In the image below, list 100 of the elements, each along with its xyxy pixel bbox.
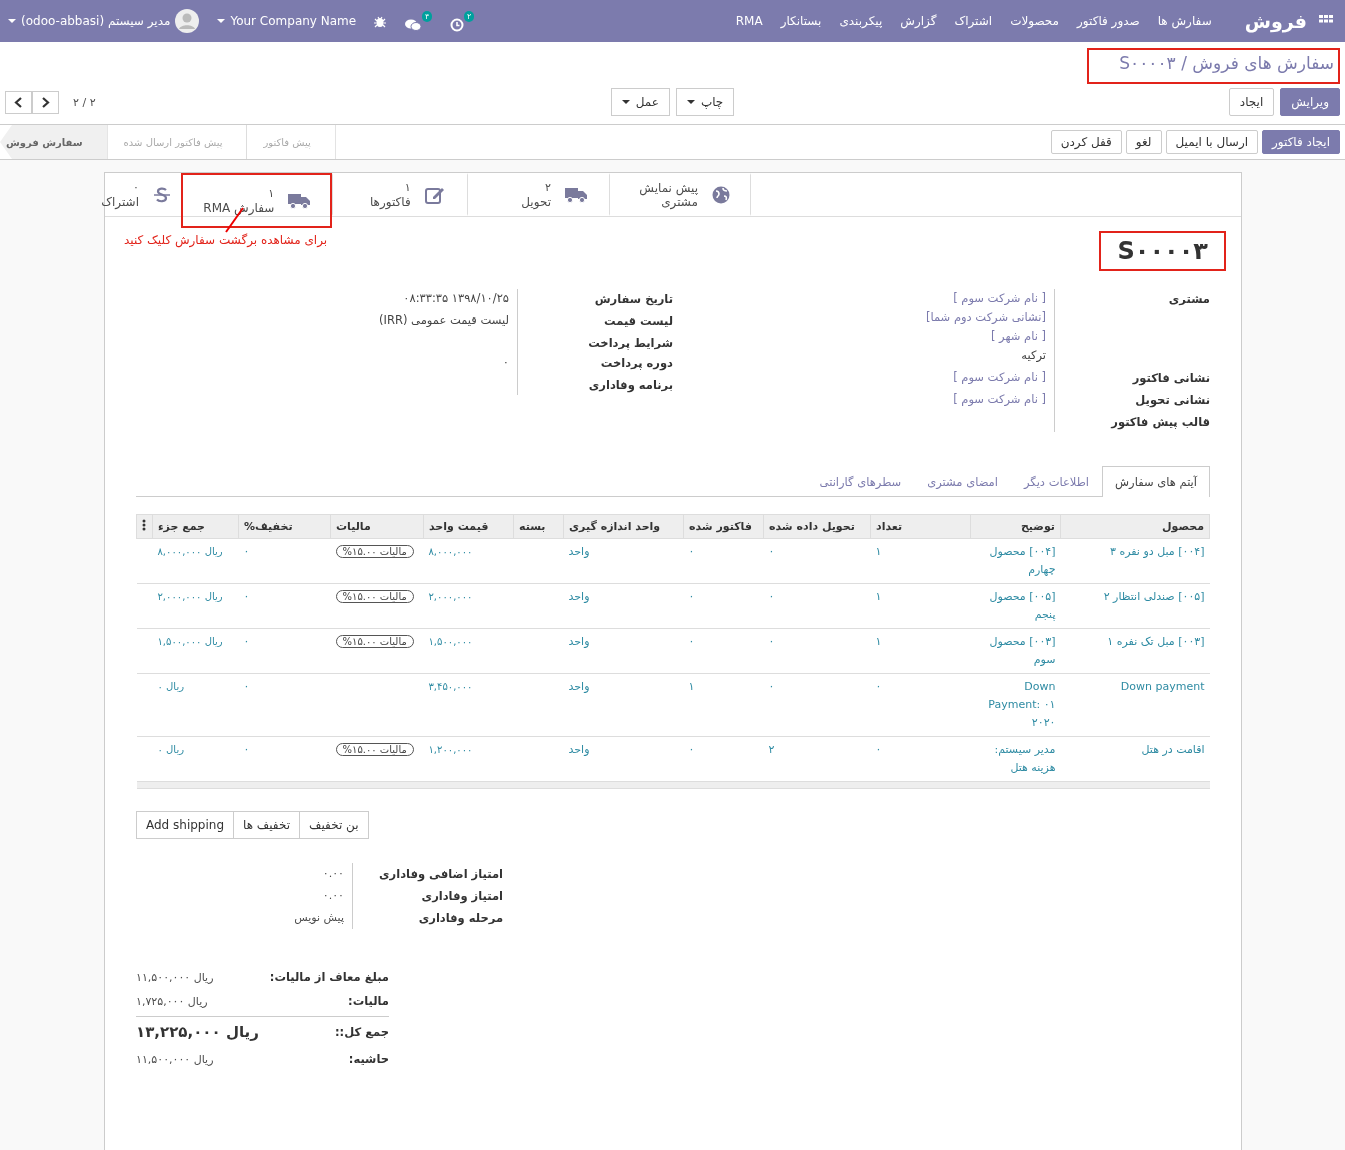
smart-button-count: ۱: [403, 180, 411, 195]
smart-button-count: ۰: [132, 180, 139, 195]
status-action-button[interactable]: لغو: [1125, 130, 1162, 154]
breadcrumb[interactable]: سفارش های فروش / S۰۰۰۰۳: [1087, 48, 1340, 84]
truck-icon: [288, 192, 311, 209]
field-value: [ نام شرکت سوم ]: [952, 369, 1046, 386]
app-title: فروش: [1244, 10, 1307, 32]
smart-button-count: ۱: [267, 186, 275, 201]
menu-item[interactable]: محصولات: [1001, 14, 1069, 28]
menu-item[interactable]: سفارش ها: [1148, 14, 1221, 28]
table-cell: ۰: [243, 635, 250, 648]
table-cell: [۰۰۵] محصول پنجم: [989, 590, 1056, 621]
field-label: مشتری: [1167, 291, 1210, 308]
column-header[interactable]: محصول: [1060, 514, 1210, 539]
field-value: ۰.۰۰: [322, 867, 344, 880]
column-header[interactable]: تخفیف%: [238, 514, 331, 539]
table-cell: Down payment: [1120, 680, 1205, 693]
company-switcher[interactable]: Your Company Name: [217, 14, 357, 28]
dropdown-button[interactable]: عمل: [610, 88, 670, 116]
create-button[interactable]: ایجاد: [1228, 88, 1275, 116]
column-header[interactable]: توضیح: [970, 514, 1061, 539]
line-action-button[interactable]: تخفیف ها: [233, 811, 301, 839]
total-label: جمع کل::: [334, 1025, 389, 1039]
line-action-button[interactable]: Add shipping: [136, 811, 235, 839]
field-label: مرحله وفاداری: [417, 910, 503, 928]
smart-button-label: فاکتورها: [369, 194, 411, 209]
record-title: S۰۰۰۰۳: [1099, 231, 1226, 271]
table-cell: ۰ ریال: [157, 744, 184, 755]
menu-item[interactable]: پیکربندی: [830, 14, 892, 28]
tab[interactable]: آیتم های سفارش: [1102, 466, 1210, 497]
line-action-button[interactable]: بن تخفیف: [299, 811, 369, 839]
annotation-note: برای مشاهده برگشت سفارش کلیک کنید: [124, 233, 328, 247]
table-cell: ۰: [243, 545, 250, 558]
smart-button[interactable]: ۱ فاکتورها: [332, 173, 467, 216]
smart-button[interactable]: ۲ تحویل: [466, 173, 609, 216]
table-cell: مدیر سیستم: هزینه هتل: [994, 743, 1056, 774]
table-cell: ۰: [875, 743, 882, 756]
table-cell: ۰: [768, 635, 775, 648]
smart-button-label: پیش نمایش مشتری: [638, 180, 698, 209]
edit-icon: [424, 185, 445, 204]
field-label: شرایط پرداخت: [587, 335, 673, 352]
smart-button-label: اشتراک: [101, 194, 139, 209]
column-header[interactable]: تعداد: [870, 514, 971, 539]
smart-button-label: سفارش RMA: [203, 200, 275, 215]
column-header[interactable]: مالیات: [330, 514, 424, 539]
field-value: لیست قیمت عمومی (IRR): [378, 312, 509, 329]
table-cell: ۰: [243, 743, 250, 756]
table-cell: ۱: [875, 545, 882, 558]
edit-button[interactable]: ویرایش: [1280, 88, 1340, 116]
table-cell: ۰: [688, 743, 695, 756]
menu-item[interactable]: گزارش: [891, 14, 946, 28]
column-options-icon[interactable]: [142, 519, 146, 531]
column-header[interactable]: بسته: [513, 514, 564, 539]
globe-icon: [712, 185, 730, 204]
table-cell: ۲,۰۰۰,۰۰۰ ریال: [157, 591, 223, 602]
column-header[interactable]: واحد اندازه گیری: [563, 514, 684, 539]
table-cell: ۰: [688, 590, 695, 603]
previous-button[interactable]: [5, 90, 32, 114]
tab[interactable]: اطلاعات دیگر: [1010, 466, 1103, 497]
table-cell: ۱,۵۰۰,۰۰۰: [428, 636, 473, 647]
table-cell: [۰۰۴] محصول چهارم: [989, 545, 1056, 576]
table-cell: ۲,۰۰۰,۰۰۰: [428, 591, 473, 602]
table-cell: ۰: [768, 680, 775, 693]
column-header[interactable]: قیمت واحد: [423, 514, 514, 539]
smart-button[interactable]: ۱ سفارش RMA: [181, 173, 333, 228]
total-label: مبلغ معاف از مالیات:: [268, 970, 389, 984]
column-header[interactable]: جمع جزء: [152, 514, 239, 539]
column-header[interactable]: فاکتور شده: [683, 514, 764, 539]
table-cell: [۰۰۵] صندلی انتظار ۲: [1103, 590, 1205, 603]
bug-icon[interactable]: [374, 14, 387, 28]
truck-icon: [565, 186, 587, 203]
dropdown-button[interactable]: چاپ: [675, 88, 735, 116]
status-action-button[interactable]: ارسال با ایمیل: [1165, 130, 1259, 154]
total-label: حاشیه:: [347, 1052, 389, 1066]
field-value: ۱۳۹۸/۱۰/۲۵ ۰۸:۳۳:۳۵: [402, 290, 509, 307]
table-cell: واحد: [568, 590, 590, 603]
user-menu[interactable]: مدیر سیستم (odoo-abbasi): [8, 9, 200, 33]
field-label: امتیاز وفاداری: [420, 888, 503, 906]
status-action-button[interactable]: قفل کردن: [1050, 130, 1122, 154]
next-button[interactable]: [32, 90, 59, 114]
table-cell: ۰: [768, 545, 775, 558]
column-header[interactable]: تحویل داده شده: [763, 514, 871, 539]
status-stage[interactable]: سفارش فروش: [0, 125, 108, 159]
table-cell: ۰: [768, 590, 775, 603]
field-label: دوره پرداخت: [599, 355, 673, 373]
table-cell: واحد: [568, 635, 590, 648]
smart-button[interactable]: پیش نمایش مشتری: [609, 173, 751, 216]
menu-item[interactable]: بستانکار: [771, 14, 831, 28]
status-action-button[interactable]: ایجاد فاکتور: [1262, 130, 1340, 154]
field-value: [نشانی شرکت دوم شما]: [924, 309, 1046, 326]
tab[interactable]: امضای مشتری: [914, 466, 1011, 497]
table-cell: اقامت در هتل: [1141, 743, 1205, 756]
table-cell: واحد: [568, 680, 590, 693]
table-cell: واحد: [568, 545, 590, 558]
table-cell: ۱: [875, 590, 882, 603]
field-value: [ نام شرکت سوم ]: [952, 391, 1046, 408]
menu-item[interactable]: اشتراک: [945, 14, 1002, 28]
menu-item[interactable]: RMA: [726, 14, 772, 28]
menu-item[interactable]: صدور فاکتور: [1068, 14, 1149, 28]
tab[interactable]: سطرهای گارانتی: [806, 466, 915, 497]
